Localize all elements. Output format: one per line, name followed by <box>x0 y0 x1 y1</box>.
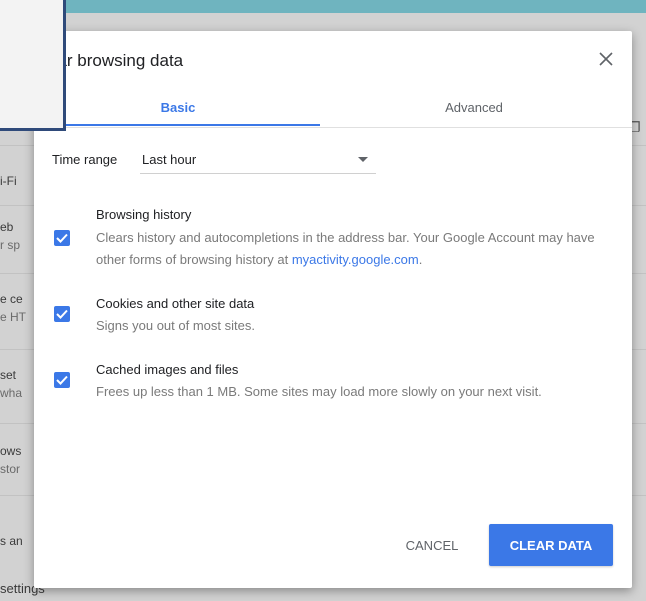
myactivity-link[interactable]: myactivity.google.com <box>292 252 419 267</box>
bg-row-sub: stor <box>0 462 21 476</box>
active-tab-indicator <box>36 124 320 126</box>
bg-row-title: s an <box>0 534 23 548</box>
option-description: Signs you out of most sites. <box>96 318 255 333</box>
bg-row-sub: e HT <box>0 310 27 324</box>
bg-row-title: e ce <box>0 292 23 306</box>
clear-data-button[interactable]: CLEAR DATA <box>489 524 613 566</box>
overlapping-window-corner <box>0 0 66 131</box>
bg-row-title: eb <box>0 220 14 234</box>
bg-row-title: i-Fi <box>0 174 17 188</box>
option-title: Browsing history <box>96 207 192 222</box>
tab-bar: Basic Advanced <box>34 87 632 128</box>
close-icon <box>599 52 613 66</box>
time-range-label: Time range <box>52 152 118 167</box>
option-description: Clears history and autocompletions in th… <box>96 227 616 271</box>
bg-row-sub: wha <box>0 386 23 400</box>
tab-basic[interactable]: Basic <box>36 87 320 127</box>
clear-browsing-data-dialog: ear browsing data Basic Advanced Time ra… <box>34 31 632 588</box>
option-title: Cookies and other site data <box>96 296 255 311</box>
bg-row-sub: r sp <box>0 238 21 252</box>
bg-row-title: ows <box>0 444 22 458</box>
close-button[interactable] <box>592 45 620 73</box>
checkmark-icon <box>56 375 68 385</box>
option-title: Cached images and files <box>96 362 239 377</box>
tab-advanced[interactable]: Advanced <box>332 87 616 127</box>
cookies-checkbox[interactable] <box>54 306 70 322</box>
cancel-button[interactable]: CANCEL <box>390 525 474 565</box>
dialog-title: ear browsing data <box>48 51 184 70</box>
time-range-dropdown[interactable]: Last hour <box>140 145 376 174</box>
cached-images-checkbox[interactable] <box>54 372 70 388</box>
bg-row-title: set <box>0 368 17 382</box>
dropdown-arrow-icon <box>358 157 368 162</box>
checkmark-icon <box>56 233 68 243</box>
browsing-history-checkbox[interactable] <box>54 230 70 246</box>
time-range-value: Last hour <box>142 152 197 167</box>
checkmark-icon <box>56 309 68 319</box>
option-desc-suffix: . <box>418 252 423 267</box>
option-description: Frees up less than 1 MB. Some sites may … <box>96 384 542 399</box>
